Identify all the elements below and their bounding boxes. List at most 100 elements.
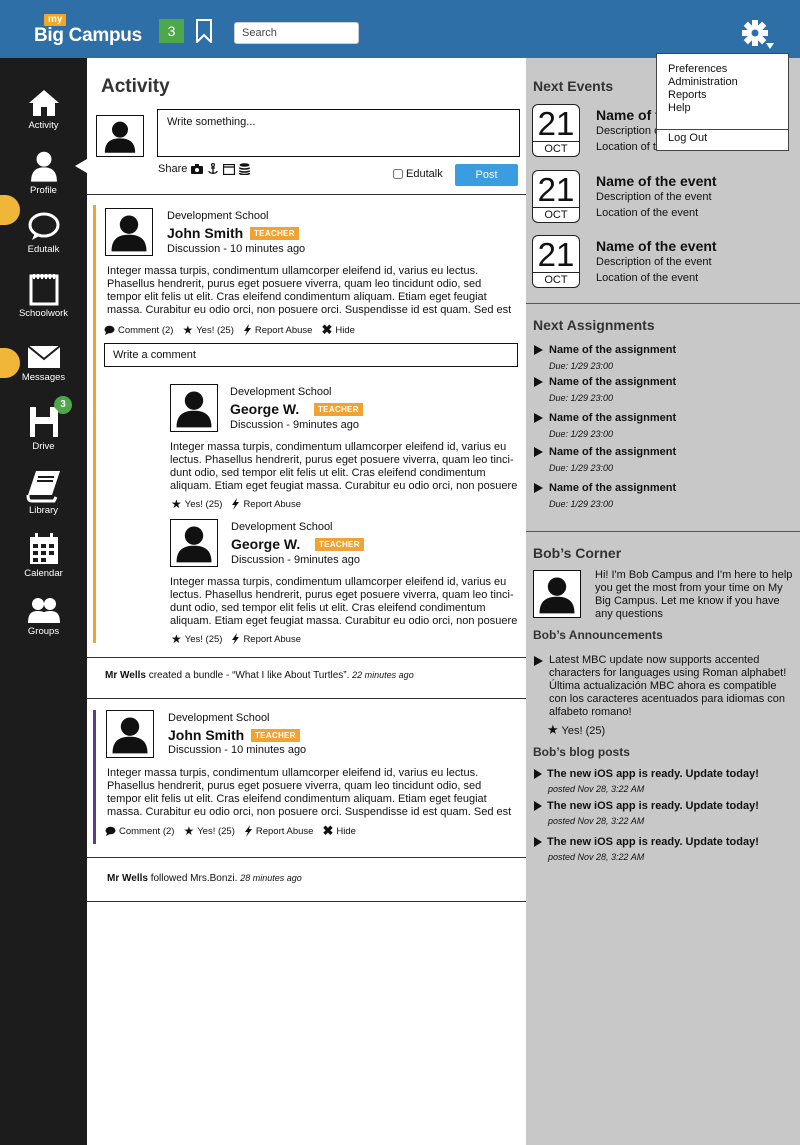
feed-time: 28 minutes ago (240, 873, 302, 883)
comment-input[interactable] (104, 343, 518, 367)
edutalk-checkbox-input[interactable] (393, 169, 403, 179)
yes-button[interactable]: ★ Yes! (25) (182, 323, 233, 337)
blog-post-item[interactable]: The new iOS app is ready. Update today! … (534, 768, 759, 794)
reply-body: Integer massa turpis, condimentum ullamc… (170, 441, 518, 492)
edutalk-label: Edutalk (406, 168, 443, 180)
triangle-bullet-icon (534, 837, 542, 848)
database-icon[interactable] (239, 163, 251, 175)
post-button[interactable]: Post (455, 164, 518, 186)
edutalk-checkbox[interactable]: Edutalk (393, 168, 443, 180)
sidebar-item-profile[interactable]: Profile (0, 149, 87, 196)
avatar (106, 710, 154, 758)
avatar (533, 570, 581, 618)
feed-actor[interactable]: Mr Wells (105, 670, 146, 681)
report-label: Report Abuse (255, 825, 314, 837)
comment-icon (105, 826, 116, 836)
notification-badge[interactable]: 3 (159, 19, 184, 43)
bookmark-icon[interactable] (196, 19, 212, 43)
reply-school: Development School (230, 386, 332, 398)
person-icon (30, 151, 57, 182)
yes-button[interactable]: ★ Yes! (25) (171, 632, 222, 646)
report-abuse-button[interactable]: Report Abuse (244, 825, 314, 837)
menu-item-administration[interactable]: Administration (668, 76, 738, 89)
sidebar-item-edutalk[interactable]: Edutalk (0, 212, 87, 255)
yes-button[interactable]: ★ Yes! (25) (171, 497, 222, 511)
anchor-icon[interactable] (207, 163, 219, 175)
report-abuse-button[interactable]: Report Abuse (231, 498, 301, 510)
hide-button[interactable]: ✖ Hide (321, 322, 354, 338)
blog-post-title: The new iOS app is ready. Update today! (547, 768, 759, 780)
hide-button[interactable]: ✖ Hide (322, 823, 355, 839)
post-author[interactable]: John Smith (168, 727, 244, 743)
lightning-icon (232, 498, 240, 510)
event-name[interactable]: Name of the event (596, 173, 717, 189)
logo[interactable]: my Big Campus (34, 14, 146, 48)
feed-actor[interactable]: Mr Wells (107, 873, 148, 884)
comment-label: Comment (2) (119, 825, 175, 837)
assignment-item[interactable]: Name of the assignment Due: 1/29 23:00 (534, 412, 676, 439)
assignment-item[interactable]: Name of the assignment Due: 1/29 23:00 (534, 446, 676, 473)
comment-button[interactable]: Comment (2) (105, 826, 174, 837)
teacher-badge: TEACHER (250, 227, 299, 240)
sidebar-item-label: Library (28, 505, 59, 516)
yes-label: Yes! (25) (184, 498, 223, 510)
menu-item-preferences[interactable]: Preferences (668, 63, 727, 76)
assignment-item[interactable]: Name of the assignment Due: 1/29 23:00 (534, 482, 676, 509)
sidebar-item-schoolwork[interactable]: Schoolwork (0, 272, 87, 319)
report-abuse-button[interactable]: Report Abuse (231, 633, 301, 645)
post-school: Development School (167, 210, 269, 222)
sidebar-item-label: Groups (27, 626, 60, 637)
reply-author[interactable]: George W. (230, 401, 299, 417)
report-label: Report Abuse (243, 498, 302, 510)
assignment-item[interactable]: Name of the assignment Due: 1/29 23:00 (534, 344, 676, 371)
menu-item-help[interactable]: Help (668, 102, 691, 115)
menu-item-reports[interactable]: Reports (668, 89, 707, 102)
announcement-yes-button[interactable]: ★ Yes! (25) (547, 722, 605, 738)
search-input[interactable] (234, 22, 359, 44)
sidebar-item-activity[interactable]: Activity (0, 88, 87, 131)
gear-icon[interactable] (740, 19, 776, 53)
triangle-bullet-icon (534, 656, 543, 666)
window-icon[interactable] (223, 163, 236, 175)
sidebar-item-label: Schoolwork (18, 308, 69, 319)
yes-label: Yes! (25) (197, 825, 235, 837)
yes-button[interactable]: ★ Yes! (25) (183, 824, 234, 838)
camera-icon[interactable] (191, 164, 204, 174)
assignment-name: Name of the assignment (549, 376, 677, 388)
comment-icon (104, 325, 115, 335)
post-accent-bar (93, 710, 96, 844)
home-icon (28, 90, 59, 116)
reply-actions: ★ Yes! (25) Report Abuse (171, 497, 305, 511)
event-name[interactable]: Name of the event (596, 238, 717, 254)
divider (87, 857, 526, 858)
sidebar-item-label: Edutalk (27, 244, 60, 255)
triangle-bullet-icon (534, 447, 543, 458)
blog-post-item[interactable]: The new iOS app is ready. Update today! … (534, 800, 759, 826)
event-month: OCT (533, 141, 579, 157)
sidebar-item-messages[interactable]: Messages (0, 344, 87, 383)
comment-button[interactable]: Comment (2) (104, 325, 173, 336)
divider (87, 698, 526, 699)
sidebar-item-groups[interactable]: Groups (0, 596, 87, 637)
reply-author[interactable]: George W. (231, 536, 300, 552)
report-abuse-button[interactable]: Report Abuse (243, 324, 312, 336)
menu-item-logout[interactable]: Log Out (668, 132, 707, 145)
triangle-bullet-icon (534, 769, 542, 780)
sidebar-item-drive[interactable]: Drive (0, 405, 87, 452)
top-bar: my Big Campus 3 (0, 0, 800, 58)
close-icon: ✖ (322, 823, 334, 838)
event-day: 21 (537, 171, 575, 208)
teacher-badge: TEACHER (314, 403, 363, 416)
status-input[interactable] (157, 109, 520, 157)
right-panel: Next Events 21 OCT Name of the event Des… (526, 58, 800, 1145)
chevron-down-icon (766, 43, 774, 49)
blog-post-item[interactable]: The new iOS app is ready. Update today! … (534, 836, 759, 862)
post-body: Integer massa turpis, condimentum ullamc… (107, 265, 512, 316)
menu-divider (657, 129, 788, 130)
assignment-item[interactable]: Name of the assignment Due: 1/29 23:00 (534, 376, 676, 403)
feed-event: Mr Wells created a bundle - “What I like… (105, 670, 414, 681)
sidebar-item-library[interactable]: Library (0, 469, 87, 516)
sidebar-item-calendar[interactable]: Calendar (0, 532, 87, 579)
post-author[interactable]: John Smith (167, 225, 243, 241)
share-label: Share (158, 163, 188, 175)
